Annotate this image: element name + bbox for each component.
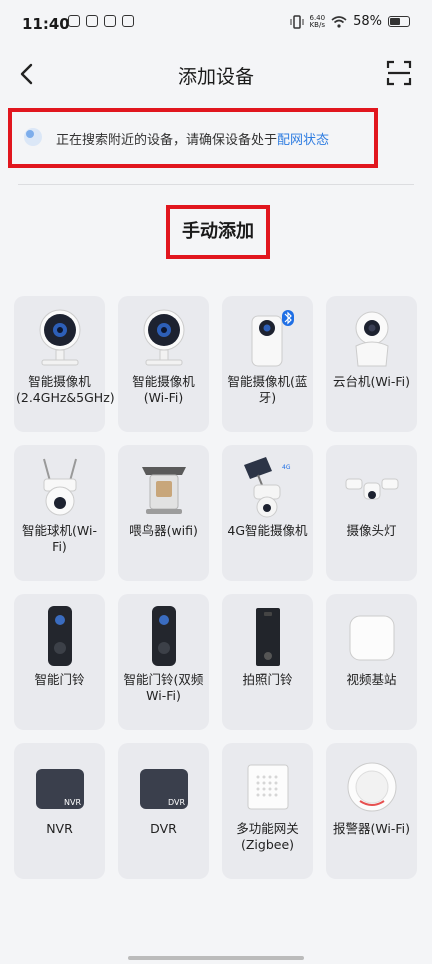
device-label: 智能球机(Wi-Fi) xyxy=(22,523,97,554)
svg-text:4G: 4G xyxy=(282,464,291,471)
wifi-icon xyxy=(331,16,347,28)
device-label: 智能摄像机(蓝牙) xyxy=(227,374,308,405)
device-label: 喂鸟器(wifi) xyxy=(129,523,198,538)
device-label: 报警器(Wi-Fi) xyxy=(332,821,411,836)
device-card-dome-camera[interactable]: 智能球机(Wi-Fi) xyxy=(14,445,105,581)
device-label: 智能摄像机(2.4GHz&5GHz) xyxy=(16,374,115,405)
bird-feeder-icon xyxy=(141,467,186,514)
floodlight-camera-icon xyxy=(345,478,398,500)
vibrate-icon xyxy=(290,14,303,29)
device-label: NVR xyxy=(46,821,73,836)
doorbell-icon xyxy=(47,606,72,666)
search-status-banner: 正在搜索附近的设备，请确保设备处于配网状态 xyxy=(8,108,378,168)
siren-icon xyxy=(347,762,396,812)
device-label: 视频基站 xyxy=(346,672,397,687)
status-time: 11:40 xyxy=(22,15,70,33)
notification-icon xyxy=(122,15,134,27)
device-label: DVR xyxy=(150,821,177,836)
device-label: 摄像头灯 xyxy=(346,523,397,538)
nvr-icon: NVR xyxy=(35,769,84,809)
base-station-icon xyxy=(349,615,394,661)
device-label: 云台机(Wi-Fi) xyxy=(332,374,411,389)
section-title-manual-add: 手动添加 xyxy=(166,205,270,259)
notification-icons xyxy=(68,15,134,27)
search-status-text: 正在搜索附近的设备，请确保设备处于配网状态 xyxy=(56,133,330,148)
device-label: 智能门铃 xyxy=(34,672,85,687)
battery-percent: 58% xyxy=(353,14,382,29)
page-title: 添加设备 xyxy=(177,66,254,88)
notification-icon xyxy=(68,15,80,27)
bluetooth-camera-icon xyxy=(251,310,294,367)
device-card-ptz-camera[interactable]: 云台机(Wi-Fi) xyxy=(326,296,417,432)
device-label: 智能门铃(双频Wi-Fi) xyxy=(123,672,204,703)
device-label: 拍照门铃 xyxy=(242,672,293,687)
doorbell-icon xyxy=(151,606,176,666)
device-card-photo-doorbell[interactable]: 拍照门铃 xyxy=(222,594,313,730)
device-card-camera-wifi[interactable]: 智能摄像机(Wi-Fi) xyxy=(118,296,209,432)
device-card-nvr[interactable]: NVR NVR xyxy=(14,743,105,879)
device-card-dvr[interactable]: DVR DVR xyxy=(118,743,209,879)
indoor-camera-icon xyxy=(143,309,184,366)
device-card-bird-feeder[interactable]: 喂鸟器(wifi) xyxy=(118,445,209,581)
device-card-floodlight-camera[interactable]: 摄像头灯 xyxy=(326,445,417,581)
ptz-camera-icon xyxy=(354,311,389,367)
divider xyxy=(18,184,414,185)
home-indicator[interactable] xyxy=(128,956,304,960)
notification-icon xyxy=(104,15,116,27)
battery-icon xyxy=(388,16,410,27)
indoor-camera-icon xyxy=(39,309,80,366)
device-card-4g-camera[interactable]: 4G 4G智能摄像机 xyxy=(222,445,313,581)
dvr-badge: DVR xyxy=(168,798,185,807)
network-speed: 6.40 KB/s xyxy=(309,13,326,29)
loading-spinner-icon xyxy=(24,128,42,146)
scan-icon[interactable] xyxy=(386,60,412,86)
device-card-camera-bluetooth[interactable]: 智能摄像机(蓝牙) xyxy=(222,296,313,432)
solar-4g-camera-icon: 4G xyxy=(243,457,291,518)
device-label: 智能摄像机(Wi-Fi) xyxy=(132,374,195,405)
gateway-icon xyxy=(247,764,288,810)
status-bar: 11:40 6.40 KB/s 58% xyxy=(0,0,432,50)
device-label: 4G智能摄像机 xyxy=(227,523,308,538)
nvr-badge: NVR xyxy=(64,798,81,807)
notification-icon xyxy=(86,15,98,27)
device-card-siren[interactable]: 报警器(Wi-Fi) xyxy=(326,743,417,879)
device-card-base-station[interactable]: 视频基站 xyxy=(326,594,417,730)
status-right: 6.40 KB/s 58% xyxy=(290,13,410,29)
device-grid: 智能摄像机(2.4GHz&5GHz) 智能摄像机(Wi-Fi) 智能摄像机(蓝牙… xyxy=(14,296,418,879)
network-mode-link[interactable]: 配网状态 xyxy=(277,133,329,148)
device-card-camera-dualband[interactable]: 智能摄像机(2.4GHz&5GHz) xyxy=(14,296,115,432)
device-label: 多功能网关(Zigbee) xyxy=(236,821,299,852)
photo-doorbell-icon xyxy=(255,608,280,666)
device-card-doorbell[interactable]: 智能门铃 xyxy=(14,594,105,730)
device-card-doorbell-dualband[interactable]: 智能门铃(双频Wi-Fi) xyxy=(118,594,209,730)
header: 添加设备 xyxy=(0,50,432,98)
device-card-gateway[interactable]: 多功能网关(Zigbee) xyxy=(222,743,313,879)
dome-camera-icon xyxy=(42,458,77,516)
dvr-icon: DVR xyxy=(139,769,188,809)
